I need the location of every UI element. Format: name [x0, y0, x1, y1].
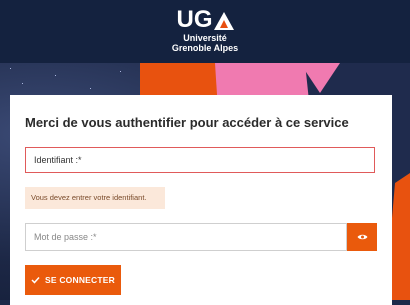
- logo-mark: UG: [177, 8, 234, 32]
- show-password-button[interactable]: [347, 223, 377, 251]
- login-button[interactable]: SE CONNECTER: [25, 265, 121, 295]
- logo-text: Université Grenoble Alpes: [171, 33, 239, 53]
- error-alert: Vous devez entrer votre identifiant.: [25, 187, 165, 209]
- logo-line-2: Grenoble Alpes: [171, 42, 239, 53]
- login-title: Merci de vous authentifier pour accéder …: [25, 115, 349, 130]
- login-card: Merci de vous authentifier pour accéder …: [10, 95, 392, 305]
- login-button-label: SE CONNECTER: [45, 275, 115, 285]
- eye-icon: [357, 234, 367, 240]
- password-group: Mot de passe :*: [25, 223, 377, 251]
- uga-logo: UG Université Grenoble Alpes: [172, 8, 238, 53]
- logo-mark-text: UG: [176, 6, 213, 33]
- header-bar: UG Université Grenoble Alpes: [0, 0, 410, 63]
- logo-triangle-icon: [213, 12, 234, 30]
- username-input[interactable]: Identifiant :*: [25, 147, 375, 173]
- password-input[interactable]: Mot de passe :*: [25, 223, 347, 251]
- check-icon: [31, 276, 40, 284]
